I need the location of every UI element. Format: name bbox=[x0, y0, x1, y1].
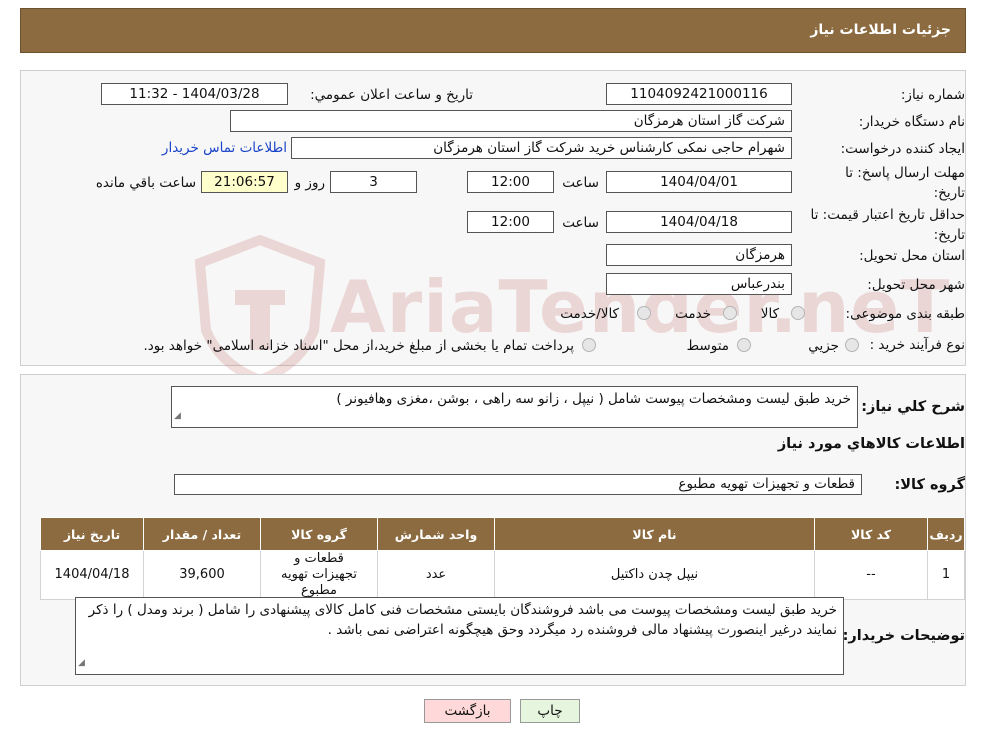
validity-time-field: 12:00 bbox=[467, 211, 554, 233]
table-row: 1 -- نیپل چدن داکتیل عدد قطعات و تجهیزات… bbox=[40, 550, 965, 600]
category-radio-goods-service[interactable] bbox=[637, 306, 651, 320]
category-option-goods-service: کالا/خدمت bbox=[560, 306, 619, 322]
resize-grip-icon[interactable]: ◢ bbox=[78, 653, 85, 673]
process-radio-medium[interactable] bbox=[737, 338, 751, 352]
buyer-contact-link[interactable]: اطلاعات تماس خريدار bbox=[162, 140, 287, 156]
deadline-time-label: ساعت bbox=[562, 175, 599, 191]
page-title: جزئیات اطلاعات نیاز bbox=[810, 22, 951, 38]
validity-label-line1: حداقل تاريخ اعتبار قيمت: تا bbox=[810, 207, 965, 223]
buyer-org-field: شرکت گاز استان هرمزگان bbox=[230, 110, 792, 132]
need-description-field: خرید طبق لیست ومشخصات پیوست شامل ( نیپل … bbox=[171, 386, 858, 428]
need-number-label: شماره نیاز: bbox=[900, 87, 965, 103]
deadline-label-line2: تاريخ: bbox=[933, 185, 965, 201]
col-quantity: تعداد / مقدار bbox=[143, 517, 261, 551]
validity-label-line2: تاريخ: bbox=[933, 227, 965, 243]
items-table: رديف کد کالا نام کالا واحد شمارش گروه کا… bbox=[40, 517, 965, 600]
process-note: پرداخت تمام یا بخشی از مبلغ خرید،از محل … bbox=[143, 338, 574, 354]
cell-quantity: 39,600 bbox=[143, 550, 261, 600]
province-label: استان محل تحويل: bbox=[859, 248, 965, 264]
category-option-goods: کالا bbox=[760, 306, 779, 322]
category-label: طبقه بندی موضوعی: bbox=[845, 306, 965, 322]
print-button[interactable]: چاپ bbox=[520, 699, 580, 723]
resize-grip-icon[interactable]: ◢ bbox=[174, 406, 181, 426]
process-radio-treasury[interactable] bbox=[582, 338, 596, 352]
col-unit: واحد شمارش bbox=[377, 517, 495, 551]
items-section-title: اطلاعات کالاهاي مورد نياز bbox=[777, 436, 965, 452]
creator-field: شهرام حاجی نمکی کارشناس خرید شرکت گاز اس… bbox=[291, 137, 792, 159]
process-radio-minor[interactable] bbox=[845, 338, 859, 352]
buyer-notes-text: خرید طبق لیست ومشخصات پیوست می باشد فروش… bbox=[88, 602, 837, 638]
city-label: شهر محل تحويل: bbox=[867, 277, 965, 293]
deadline-label-line1: مهلت ارسال پاسخ: تا bbox=[845, 165, 965, 181]
col-need-date: تاريخ نياز bbox=[40, 517, 144, 551]
process-label: نوع فرآيند خريد : bbox=[869, 337, 965, 353]
cell-need-date: 1404/04/18 bbox=[40, 550, 144, 600]
table-header-row: رديف کد کالا نام کالا واحد شمارش گروه کا… bbox=[40, 517, 965, 551]
validity-label: حداقل تاريخ اعتبار قيمت: تا تاريخ: bbox=[811, 205, 965, 245]
cell-goods-group: قطعات و تجهیزات تهویه مطبوع bbox=[260, 550, 378, 600]
buyer-org-label: نام دستگاه خريدار: bbox=[858, 114, 965, 130]
process-option-minor: جزيي bbox=[808, 338, 839, 354]
category-option-service: خدمت bbox=[675, 306, 711, 322]
page-header: جزئیات اطلاعات نیاز bbox=[20, 8, 966, 53]
city-field: بندرعباس bbox=[606, 273, 792, 295]
cell-item-name: نیپل چدن داکتیل bbox=[494, 550, 815, 600]
announce-field: 1404/03/28 - 11:32 bbox=[101, 83, 288, 105]
creator-label: ايجاد کننده درخواست: bbox=[840, 141, 965, 157]
remaining-time-field: 21:06:57 bbox=[201, 171, 288, 193]
process-option-medium: متوسط bbox=[686, 338, 729, 354]
cell-unit: عدد bbox=[377, 550, 495, 600]
goods-group-label: گروه کالا: bbox=[894, 477, 965, 493]
days-field: 3 bbox=[330, 171, 417, 193]
cell-item-code: -- bbox=[814, 550, 928, 600]
goods-group-field: قطعات و تجهیزات تهویه مطبوع bbox=[174, 474, 862, 495]
deadline-date-field: 1404/04/01 bbox=[606, 171, 792, 193]
deadline-time-field: 12:00 bbox=[467, 171, 554, 193]
buyer-notes-label: توضيحات خريدار: bbox=[842, 628, 965, 644]
col-item-name: نام کالا bbox=[494, 517, 815, 551]
announce-label: تاریخ و ساعت اعلان عمومي: bbox=[310, 87, 473, 103]
category-radio-goods[interactable] bbox=[791, 306, 805, 320]
deadline-label: مهلت ارسال پاسخ: تا تاريخ: bbox=[845, 163, 965, 203]
need-description-text: خرید طبق لیست ومشخصات پیوست شامل ( نیپل … bbox=[336, 391, 851, 407]
validity-time-label: ساعت bbox=[562, 215, 599, 231]
need-number-field: 1104092421000116 bbox=[606, 83, 792, 105]
cell-row-number: 1 bbox=[927, 550, 965, 600]
col-row-number: رديف bbox=[927, 517, 965, 551]
validity-date-field: 1404/04/18 bbox=[606, 211, 792, 233]
category-radio-service[interactable] bbox=[723, 306, 737, 320]
back-button[interactable]: بازگشت bbox=[424, 699, 511, 723]
remaining-label: ساعت باقي مانده bbox=[95, 175, 196, 191]
days-label: روز و bbox=[294, 175, 325, 191]
need-description-label: شرح كلي نياز: bbox=[861, 399, 965, 415]
buyer-notes-field: خرید طبق لیست ومشخصات پیوست می باشد فروش… bbox=[75, 597, 844, 675]
col-goods-group: گروه کالا bbox=[260, 517, 378, 551]
province-field: هرمزگان bbox=[606, 244, 792, 266]
col-item-code: کد کالا bbox=[814, 517, 928, 551]
